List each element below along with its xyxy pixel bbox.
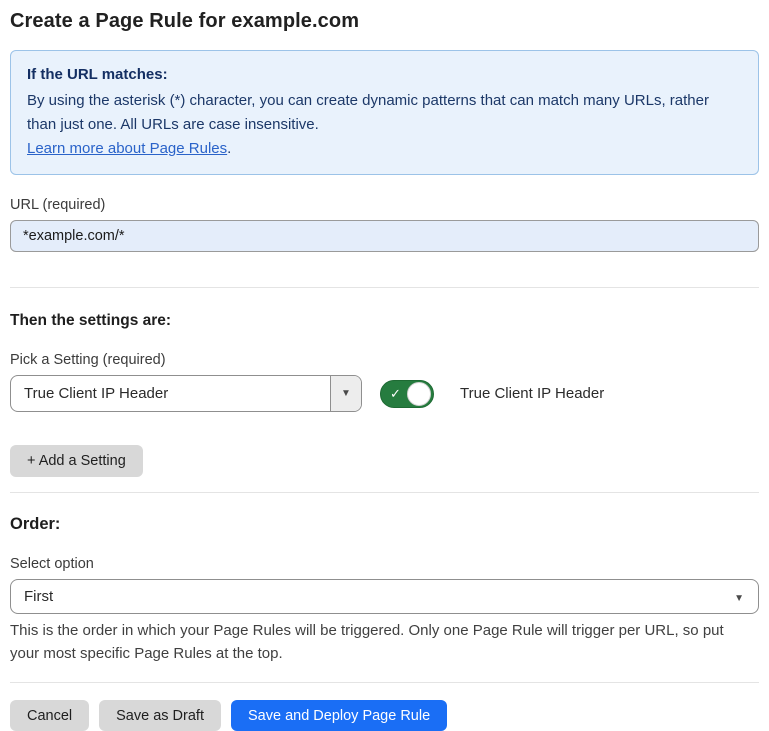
save-as-draft-button[interactable]: Save as Draft [99,700,221,731]
link-suffix: . [227,140,231,157]
actions-row: Cancel Save as Draft Save and Deploy Pag… [10,700,759,731]
info-link-line: Learn more about Page Rules. [27,137,742,161]
setting-select-arrow-button[interactable]: ▼ [330,376,361,411]
cancel-button[interactable]: Cancel [10,700,89,731]
section-divider [10,287,759,288]
check-icon: ✓ [390,387,401,400]
order-help-text: This is the order in which your Page Rul… [10,619,755,665]
info-box-heading: If the URL matches: [27,63,742,87]
save-and-deploy-button[interactable]: Save and Deploy Page Rule [231,700,447,731]
page-title: Create a Page Rule for example.com [10,10,759,33]
order-select-value: First [11,588,734,605]
learn-more-link[interactable]: Learn more about Page Rules [27,140,227,157]
url-field-label: URL (required) [10,197,759,213]
order-arrow-wrap: ▼ [734,588,758,606]
chevron-down-icon: ▼ [734,593,744,604]
setting-select-value: True Client IP Header [11,385,330,402]
toggle-wrap: ✓ True Client IP Header [380,380,604,408]
url-match-info-box: If the URL matches: By using the asteris… [10,50,759,175]
settings-section-heading: Then the settings are: [10,312,759,330]
true-client-ip-toggle[interactable]: ✓ [380,380,434,408]
setting-picker-label: Pick a Setting (required) [10,352,759,368]
order-section-heading: Order: [10,515,759,534]
order-select[interactable]: First ▼ [10,579,759,614]
order-select-label: Select option [10,556,759,572]
add-setting-button[interactable]: + Add a Setting [10,445,143,477]
page-rule-form: Create a Page Rule for example.com If th… [0,0,769,731]
toggle-label: True Client IP Header [460,385,604,402]
chevron-down-icon: ▼ [341,389,351,399]
section-divider [10,682,759,683]
setting-row: True Client IP Header ▼ ✓ True Client IP… [10,375,759,412]
url-input[interactable] [10,220,759,252]
toggle-knob [407,382,431,406]
setting-select[interactable]: True Client IP Header ▼ [10,375,362,412]
section-divider [10,492,759,493]
info-box-body: By using the asterisk (*) character, you… [27,89,742,137]
